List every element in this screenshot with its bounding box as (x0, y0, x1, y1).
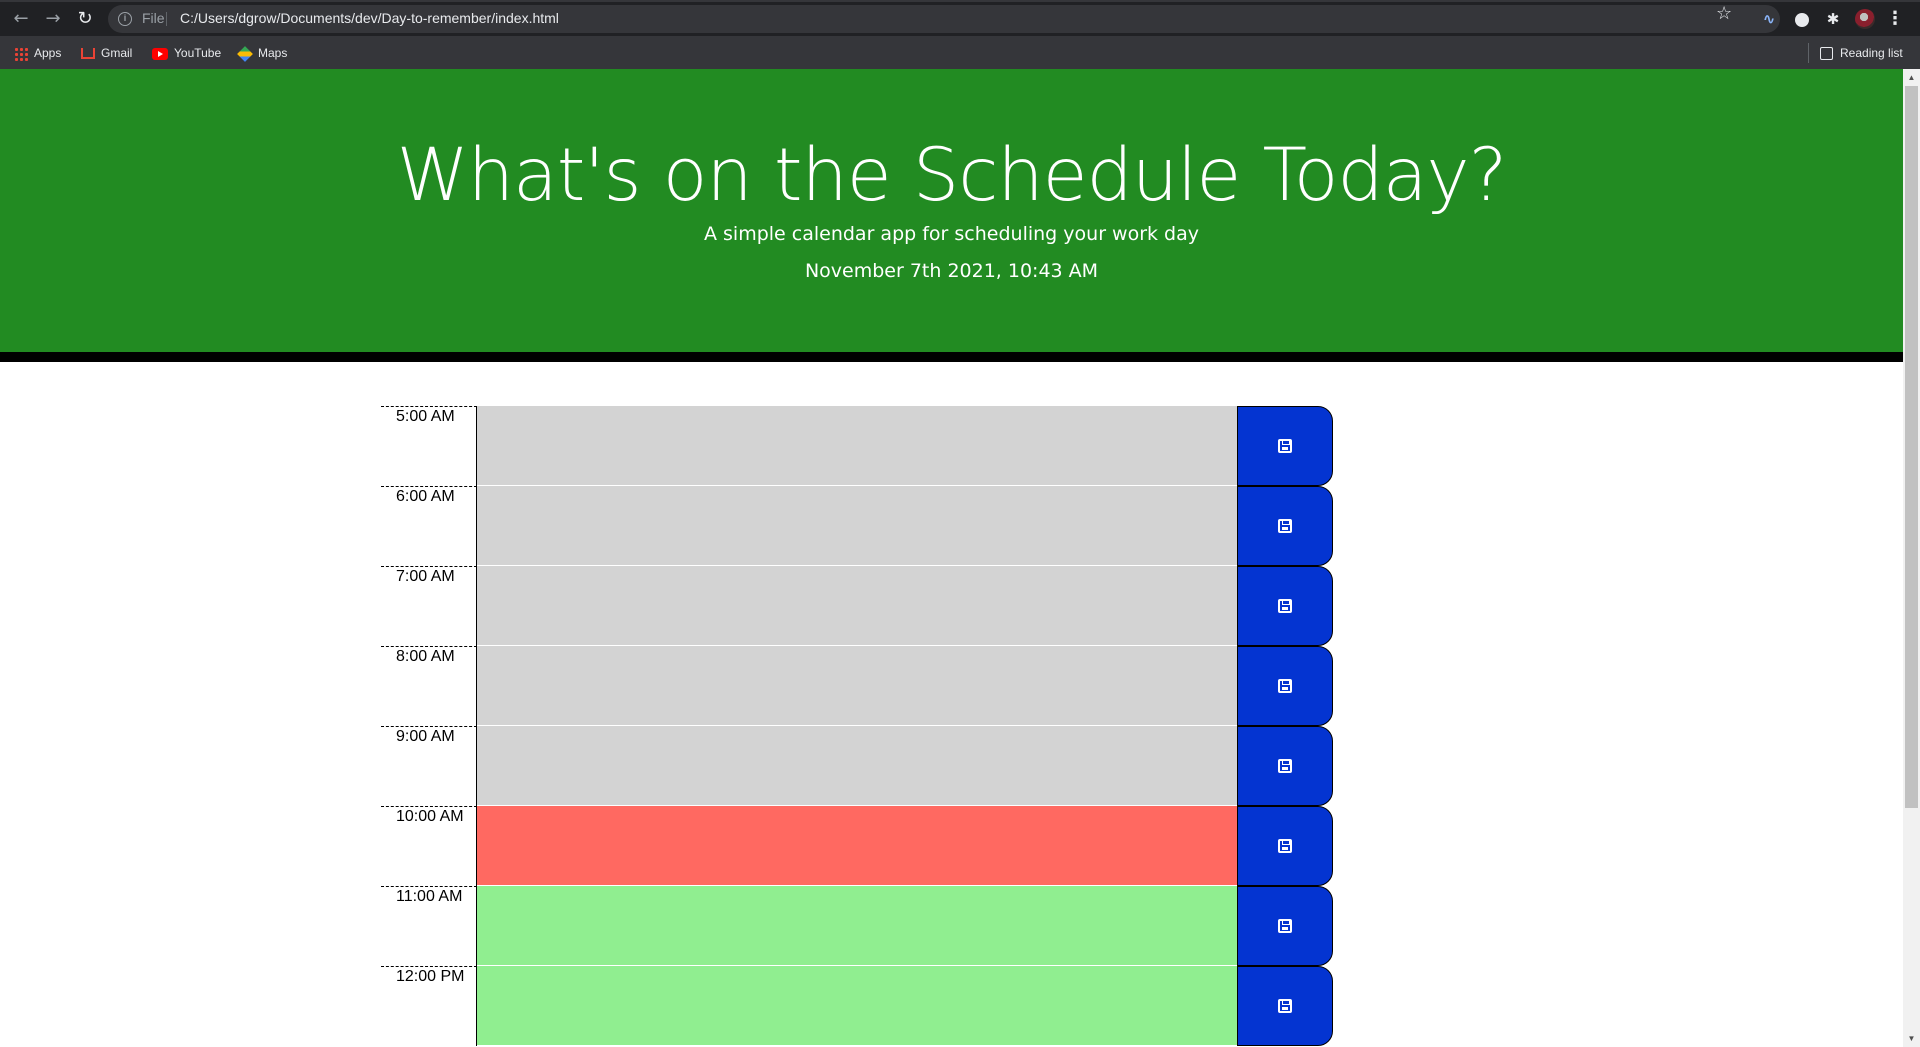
apps-grid-icon (14, 46, 28, 61)
address-bar[interactable]: i File C:/Users/dgrow/Documents/dev/Day-… (108, 5, 1780, 33)
event-description-input[interactable] (477, 966, 1237, 1046)
time-block-row: 7:00 AM (381, 566, 1333, 646)
forward-arrow-icon[interactable]: → (41, 7, 65, 31)
time-block-row: 9:00 AM (381, 726, 1333, 806)
extension-wave-icon[interactable]: ∿ (1759, 9, 1779, 29)
info-icon[interactable]: i (118, 12, 132, 26)
floppy-disk-icon (1278, 439, 1292, 453)
page-title: What's on the Schedule Today? (396, 133, 1508, 218)
save-button[interactable] (1237, 886, 1333, 966)
maps-icon (237, 45, 253, 62)
time-block-row: 6:00 AM (381, 486, 1333, 566)
scroll-down-arrow-icon[interactable]: ▼ (1903, 1030, 1920, 1047)
reading-list-button[interactable]: Reading list (1820, 43, 1903, 63)
divider (1808, 43, 1809, 63)
time-block-row: 12:00 PM (381, 966, 1333, 1046)
bookmark-label: Apps (34, 46, 62, 60)
bookmark-apps[interactable]: Apps (14, 43, 61, 63)
extension-circle-icon[interactable] (1792, 9, 1812, 29)
event-description-input[interactable] (477, 406, 1237, 486)
hour-label: 10:00 AM (381, 806, 477, 886)
floppy-disk-icon (1278, 919, 1292, 933)
back-arrow-icon[interactable]: ← (9, 7, 33, 31)
header-jumbotron: What's on the Schedule Today? A simple c… (0, 69, 1903, 362)
event-description-input[interactable] (477, 806, 1237, 886)
bookmarks-bar: Apps Gmail YouTube Maps Reading list (0, 38, 1920, 68)
browser-toolbar: ← → ↻ i File C:/Users/dgrow/Documents/de… (0, 2, 1920, 36)
save-button[interactable] (1237, 406, 1333, 486)
gmail-icon (81, 48, 95, 60)
save-button[interactable] (1237, 726, 1333, 806)
hour-label: 8:00 AM (381, 646, 477, 726)
floppy-disk-icon (1278, 519, 1292, 533)
scroll-up-arrow-icon[interactable]: ▲ (1903, 69, 1920, 86)
save-button[interactable] (1237, 566, 1333, 646)
save-button[interactable] (1237, 806, 1333, 886)
page-viewport: What's on the Schedule Today? A simple c… (0, 69, 1903, 1047)
floppy-disk-icon (1278, 999, 1292, 1013)
event-description-input[interactable] (477, 726, 1237, 806)
scrollbar-thumb[interactable] (1905, 86, 1918, 808)
scheme-label: File (142, 10, 165, 26)
reading-list-icon (1820, 47, 1833, 61)
vertical-scrollbar[interactable]: ▲ ▼ (1903, 69, 1920, 1047)
schedule-container: 5:00 AM 6:00 AM 7:00 AM 8:00 AM 9:00 AM … (381, 406, 1333, 1046)
bookmark-label: Maps (258, 46, 288, 60)
bookmark-label: YouTube (174, 46, 222, 60)
save-button[interactable] (1237, 486, 1333, 566)
bookmark-youtube[interactable]: YouTube (152, 43, 221, 63)
divider (166, 12, 167, 26)
floppy-disk-icon (1278, 679, 1292, 693)
profile-avatar[interactable] (1855, 9, 1875, 29)
bookmark-gmail[interactable]: Gmail (81, 43, 132, 63)
time-block-row: 11:00 AM (381, 886, 1333, 966)
bookmark-label: Gmail (101, 46, 133, 60)
extensions-puzzle-icon[interactable]: ✱ (1823, 9, 1843, 29)
reload-icon[interactable]: ↻ (73, 7, 97, 31)
event-description-input[interactable] (477, 486, 1237, 566)
hour-label: 6:00 AM (381, 486, 477, 566)
hour-label: 5:00 AM (381, 406, 477, 486)
hour-label: 11:00 AM (381, 886, 477, 966)
time-block-row: 8:00 AM (381, 646, 1333, 726)
floppy-disk-icon (1278, 759, 1292, 773)
current-day: November 7th 2021, 10:43 AM (804, 260, 1099, 282)
kebab-menu-icon[interactable]: ⋮ (1886, 7, 1904, 31)
page-subtitle: A simple calendar app for scheduling you… (703, 223, 1200, 245)
save-button[interactable] (1237, 646, 1333, 726)
time-block-row: 5:00 AM (381, 406, 1333, 486)
event-description-input[interactable] (477, 566, 1237, 646)
floppy-disk-icon (1278, 599, 1292, 613)
hour-label: 12:00 PM (381, 966, 477, 1046)
hour-label: 9:00 AM (381, 726, 477, 806)
browser-chrome: ← → ↻ i File C:/Users/dgrow/Documents/de… (0, 0, 1920, 69)
youtube-icon (152, 47, 168, 60)
hour-label: 7:00 AM (381, 566, 477, 646)
reading-list-label: Reading list (1840, 46, 1903, 60)
save-button[interactable] (1237, 966, 1333, 1046)
url-text[interactable]: C:/Users/dgrow/Documents/dev/Day-to-reme… (180, 10, 559, 26)
bookmark-maps[interactable]: Maps (237, 43, 288, 63)
time-block-row: 10:00 AM (381, 806, 1333, 886)
event-description-input[interactable] (477, 886, 1237, 966)
floppy-disk-icon (1278, 839, 1292, 853)
bookmark-star-icon[interactable]: ☆ (1716, 3, 1732, 24)
event-description-input[interactable] (477, 646, 1237, 726)
